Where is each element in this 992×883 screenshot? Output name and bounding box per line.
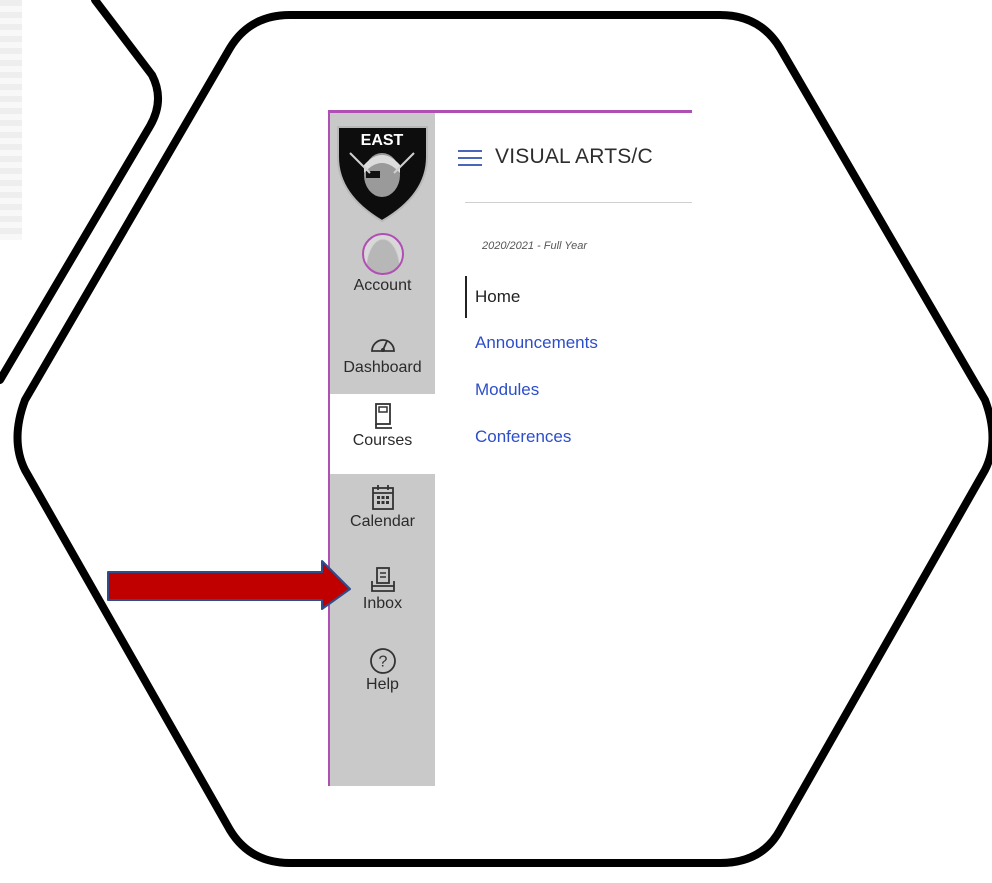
school-logo[interactable]: EAST — [330, 113, 435, 231]
help-icon: ? — [368, 646, 398, 674]
global-navigation: EAST Account Dashboard Courses Calendar … — [328, 113, 435, 786]
course-nav-announcements[interactable]: Announcements — [465, 323, 598, 370]
courses-book-icon — [368, 402, 398, 430]
nav-dashboard-label: Dashboard — [343, 359, 422, 376]
header-divider — [465, 202, 692, 203]
nav-courses-label: Courses — [352, 432, 413, 449]
logo-text: EAST — [361, 132, 404, 149]
nav-inbox[interactable]: Inbox — [330, 565, 435, 613]
inbox-icon — [368, 565, 398, 593]
nav-calendar-label: Calendar — [350, 513, 415, 530]
svg-text:?: ? — [378, 654, 387, 671]
course-nav-modules[interactable]: Modules — [465, 370, 598, 417]
nav-account[interactable]: Account — [330, 233, 435, 295]
nav-dashboard[interactable]: Dashboard — [330, 329, 435, 377]
nav-courses[interactable]: Courses — [330, 394, 435, 474]
nav-help-label: Help — [366, 676, 399, 693]
avatar — [361, 233, 404, 275]
calendar-icon — [368, 483, 398, 511]
course-content: VISUAL ARTS/C 2020/2021 - Full Year Home… — [435, 113, 692, 786]
canvas-ui-crop: EAST Account Dashboard Courses Calendar … — [328, 110, 692, 786]
course-term: 2020/2021 - Full Year — [482, 240, 587, 252]
nav-help[interactable]: ? Help — [330, 646, 435, 694]
nav-calendar[interactable]: Calendar — [330, 483, 435, 531]
course-navigation: Home Announcements Modules Conferences — [465, 276, 598, 464]
course-title[interactable]: VISUAL ARTS/C — [495, 145, 695, 169]
nav-account-label: Account — [353, 277, 412, 294]
dashboard-gauge-icon — [368, 329, 398, 357]
course-nav-home[interactable]: Home — [465, 276, 598, 318]
course-nav-conferences[interactable]: Conferences — [465, 417, 598, 464]
nav-inbox-label: Inbox — [362, 595, 403, 612]
hamburger-menu-icon[interactable] — [458, 150, 482, 166]
